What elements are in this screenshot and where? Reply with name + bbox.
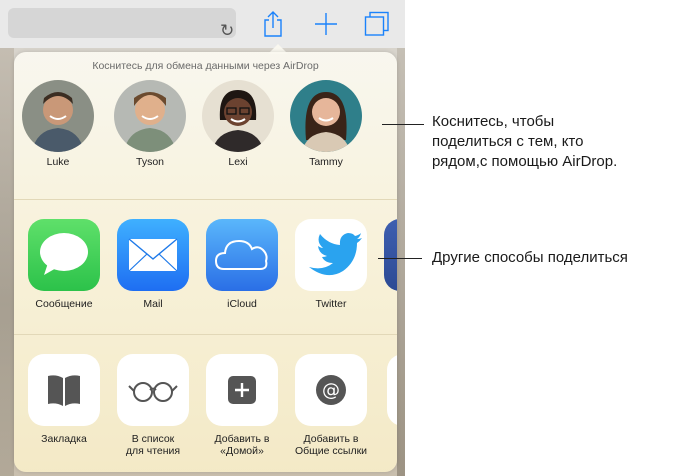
airdrop-person-tyson[interactable]: Tyson <box>112 80 188 168</box>
glasses-icon <box>117 354 189 426</box>
action-reading-list[interactable]: В список для чтения <box>112 354 194 457</box>
share-sheet: Коснитесь для обмена данными через AirDr… <box>14 52 397 472</box>
app-partial[interactable] <box>382 219 397 291</box>
background-strip-right <box>397 48 405 476</box>
more-action-icon <box>387 354 397 426</box>
airdrop-person-luke[interactable]: Luke <box>20 80 96 168</box>
at-icon: @ <box>295 354 367 426</box>
share-icon[interactable] <box>262 10 284 38</box>
avatar <box>202 80 274 152</box>
app-label: iCloud <box>227 298 257 310</box>
action-label: Добавить в Общие ссылки <box>294 433 368 457</box>
app-messages[interactable]: Сообщение <box>26 219 102 310</box>
app-label: Сообщение <box>35 298 93 310</box>
app-twitter[interactable]: Twitter <box>293 219 369 310</box>
avatar <box>22 80 94 152</box>
mail-icon <box>117 219 189 291</box>
action-label: Добавить в «Домой» <box>214 433 270 457</box>
avatar <box>114 80 186 152</box>
person-name: Luke <box>46 156 70 168</box>
tabs-icon[interactable] <box>364 11 390 37</box>
action-partial[interactable] <box>382 354 397 426</box>
address-field[interactable]: ↻ <box>8 8 236 41</box>
person-name: Tammy <box>309 156 343 168</box>
action-label: Закладка <box>41 433 87 445</box>
divider <box>14 199 397 200</box>
action-bookmark[interactable]: Закладка <box>23 354 105 445</box>
person-name: Tyson <box>135 156 164 168</box>
action-label: В список для чтения <box>125 433 181 457</box>
add-home-icon <box>206 354 278 426</box>
airdrop-person-lexi[interactable]: Lexi <box>200 80 276 168</box>
icloud-icon <box>206 219 278 291</box>
app-label: Twitter <box>315 298 347 310</box>
action-shared-links[interactable]: @ Добавить в Общие ссылки <box>290 354 372 457</box>
app-label: Mail <box>143 298 163 310</box>
avatar <box>290 80 362 152</box>
reload-icon[interactable]: ↻ <box>220 21 234 41</box>
safari-toolbar: ↻ <box>0 0 405 48</box>
facebook-icon <box>384 219 397 291</box>
svg-text:@: @ <box>322 380 340 401</box>
callout-line-airdrop <box>382 124 424 125</box>
app-mail[interactable]: Mail <box>115 219 191 310</box>
app-icloud[interactable]: iCloud <box>204 219 280 310</box>
callout-other: Другие способы поделиться <box>432 249 628 266</box>
callout-line-other <box>378 258 422 259</box>
callout-airdrop: Коснитесь, чтобы поделиться с тем, кто р… <box>432 113 618 170</box>
airdrop-person-tammy[interactable]: Tammy <box>288 80 364 168</box>
person-name: Lexi <box>228 156 248 168</box>
action-add-to-home[interactable]: Добавить в «Домой» <box>201 354 283 457</box>
plus-icon[interactable] <box>314 12 338 36</box>
airdrop-hint: Коснитесь для обмена данными через AirDr… <box>92 60 319 72</box>
divider <box>14 334 397 335</box>
background-strip-left <box>0 48 14 476</box>
messages-icon <box>28 219 100 291</box>
twitter-icon <box>295 219 367 291</box>
book-icon <box>28 354 100 426</box>
